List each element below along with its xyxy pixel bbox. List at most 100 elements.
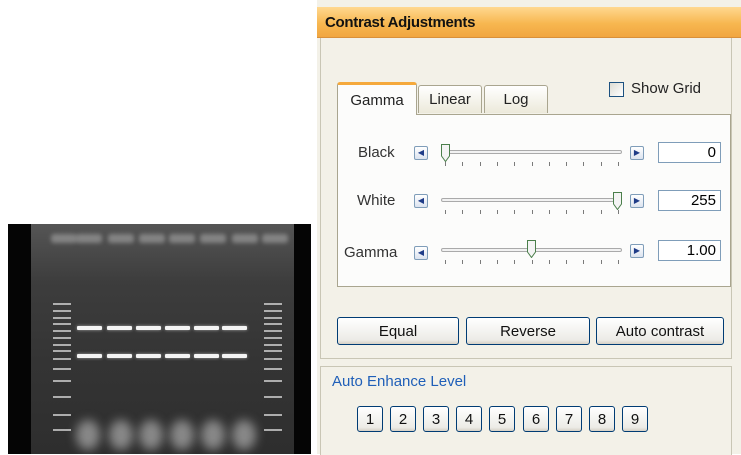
ladder-band xyxy=(264,323,282,325)
slider-tick xyxy=(583,162,585,166)
white-increase-button[interactable]: ▶ xyxy=(630,194,644,208)
slider-tick xyxy=(514,162,516,166)
arrow-right-icon: ▶ xyxy=(633,246,641,255)
enhance-level-5-button[interactable]: 5 xyxy=(489,406,515,432)
black-slider-track[interactable] xyxy=(441,150,622,154)
enhance-level-3-button[interactable]: 3 xyxy=(423,406,449,432)
slider-tick xyxy=(566,260,568,264)
gel-image xyxy=(8,224,311,454)
slider-tick xyxy=(531,210,533,214)
gel-well xyxy=(169,234,195,243)
slider-tick xyxy=(496,260,498,264)
arrow-left-icon: ◀ xyxy=(417,248,425,257)
arrow-right-icon: ▶ xyxy=(633,196,641,205)
arrow-left-icon: ◀ xyxy=(417,196,425,205)
ladder-band xyxy=(53,414,71,416)
white-slider-thumb[interactable] xyxy=(613,192,622,210)
gamma-slider-thumb[interactable] xyxy=(527,240,536,258)
panel-title: Contrast Adjustments xyxy=(325,14,476,31)
slider-tick xyxy=(548,260,550,264)
ladder-band xyxy=(264,337,282,339)
enhance-level-7-button[interactable]: 7 xyxy=(556,406,582,432)
slider-tick xyxy=(618,260,619,264)
enhance-level-9-button[interactable]: 9 xyxy=(622,406,648,432)
slider-tick xyxy=(618,162,619,166)
black-slider-thumb[interactable] xyxy=(441,144,450,162)
slider-tick xyxy=(445,260,446,264)
show-grid-label: Show Grid xyxy=(631,80,702,97)
gel-well xyxy=(262,234,288,243)
enhance-level-2-button[interactable]: 2 xyxy=(390,406,416,432)
white-slider-track[interactable] xyxy=(441,198,622,202)
slider-tick xyxy=(618,210,619,214)
slider-tick xyxy=(462,210,464,214)
ladder-band xyxy=(53,368,71,370)
gel-well xyxy=(108,234,134,243)
slider-tick xyxy=(548,162,550,166)
ladder-band xyxy=(53,323,71,325)
white-label: White xyxy=(357,192,396,209)
gel-well xyxy=(232,234,258,243)
dna-band xyxy=(165,354,190,358)
ladder-band xyxy=(53,358,71,360)
slider-tick xyxy=(496,162,498,166)
slider-tick xyxy=(445,162,446,166)
ladder-band xyxy=(53,310,71,312)
ladder-band xyxy=(264,350,282,352)
dna-band xyxy=(194,326,219,330)
slider-tick xyxy=(531,162,533,166)
equal-button[interactable]: Equal xyxy=(337,317,459,345)
slider-tick xyxy=(548,210,550,214)
enhance-level-1-button[interactable]: 1 xyxy=(357,406,383,432)
slider-tick xyxy=(479,210,481,214)
gel-well xyxy=(76,234,102,243)
black-label: Black xyxy=(358,144,395,161)
slider-tick xyxy=(462,162,464,166)
tab-log[interactable]: Log xyxy=(484,85,548,113)
ladder-band xyxy=(53,344,71,346)
white-decrease-button[interactable]: ◀ xyxy=(414,194,428,208)
slider-tick xyxy=(514,260,516,264)
ladder-band xyxy=(53,380,71,382)
dna-band xyxy=(222,354,247,358)
gel-smear xyxy=(232,420,256,450)
gamma-increase-button[interactable]: ▶ xyxy=(630,244,644,258)
gel-smear xyxy=(201,420,225,450)
ladder-band xyxy=(53,317,71,319)
ladder-band xyxy=(53,337,71,339)
ladder-band xyxy=(264,396,282,398)
gel-smear xyxy=(139,420,163,450)
gamma-decrease-button[interactable]: ◀ xyxy=(414,246,428,260)
reverse-button[interactable]: Reverse xyxy=(466,317,590,345)
gel-smear xyxy=(76,420,100,450)
auto-enhance-label: Auto Enhance Level xyxy=(332,373,467,390)
arrow-left-icon: ◀ xyxy=(417,148,425,157)
enhance-level-4-button[interactable]: 4 xyxy=(456,406,482,432)
white-value-field[interactable]: 255 xyxy=(658,190,721,211)
dna-band xyxy=(194,354,219,358)
dna-band xyxy=(107,354,132,358)
ladder-band xyxy=(264,317,282,319)
enhance-level-6-button[interactable]: 6 xyxy=(523,406,549,432)
slider-tick xyxy=(600,162,602,166)
gel-smear xyxy=(109,420,133,450)
slider-tick xyxy=(566,210,568,214)
show-grid-checkbox[interactable] xyxy=(609,82,624,97)
slider-tick xyxy=(462,260,464,264)
slider-tick xyxy=(600,210,602,214)
black-value-field[interactable]: 0 xyxy=(658,142,721,163)
ladder-band xyxy=(53,330,71,332)
black-increase-button[interactable]: ▶ xyxy=(630,146,644,160)
gamma-value-field[interactable]: 1.00 xyxy=(658,240,721,261)
dna-band xyxy=(165,326,190,330)
ladder-band xyxy=(264,380,282,382)
dna-band xyxy=(222,326,247,330)
tab-gamma[interactable]: Gamma xyxy=(337,82,417,115)
slider-tick xyxy=(531,260,533,264)
enhance-level-8-button[interactable]: 8 xyxy=(589,406,615,432)
gel-well xyxy=(200,234,226,243)
auto-contrast-button[interactable]: Auto contrast xyxy=(596,317,724,345)
gel-smear xyxy=(170,420,194,450)
tab-linear[interactable]: Linear xyxy=(418,85,482,113)
black-decrease-button[interactable]: ◀ xyxy=(414,146,428,160)
